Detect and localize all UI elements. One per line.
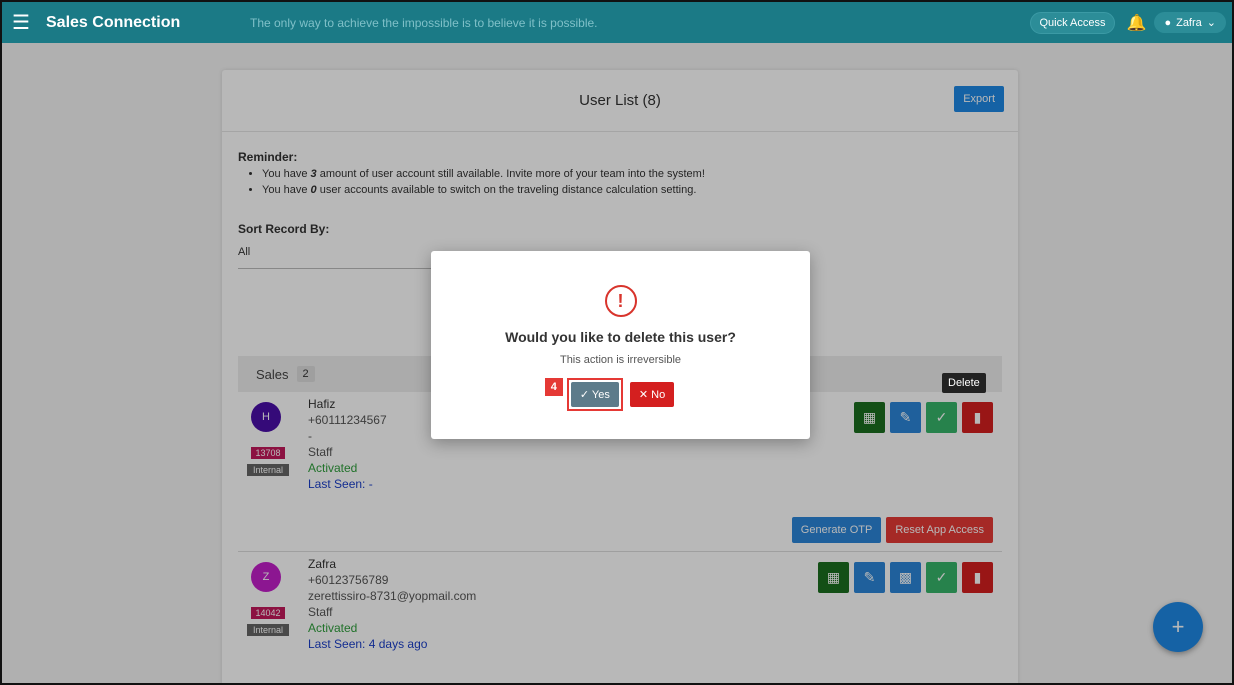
app-title[interactable]: Sales Connection — [46, 14, 250, 32]
dialog-buttons: 4 ✓ Yes ✕ No — [544, 378, 675, 411]
user-icon: ● — [1164, 16, 1172, 29]
delete-confirm-dialog: ! Would you like to delete this user? Th… — [431, 251, 810, 439]
quick-access-button[interactable]: Quick Access — [1030, 11, 1115, 34]
exclamation-icon: ! — [604, 285, 637, 317]
yes-highlight: ✓ Yes — [566, 378, 623, 411]
user-menu-button[interactable]: ● Zafra ⌄ — [1154, 12, 1226, 33]
top-bar: ☰ Sales Connection The only way to achie… — [2, 2, 1232, 43]
no-button[interactable]: ✕ No — [629, 382, 675, 407]
close-icon: ✕ — [638, 389, 649, 401]
bell-icon[interactable]: 🔔 — [1127, 13, 1147, 33]
yes-label: Yes — [591, 389, 610, 401]
chevron-down-icon: ⌄ — [1206, 17, 1216, 29]
step-badge: 4 — [544, 378, 563, 396]
app-frame: ☰ Sales Connection The only way to achie… — [0, 0, 1234, 685]
check-icon: ✓ — [579, 389, 590, 401]
dialog-title: Would you like to delete this user? — [505, 329, 736, 345]
hamburger-icon[interactable]: ☰ — [2, 10, 40, 35]
no-label: No — [651, 389, 666, 401]
dialog-subtitle: This action is irreversible — [559, 354, 682, 366]
yes-button[interactable]: ✓ Yes — [570, 382, 619, 407]
header-quote: The only way to achieve the impossible i… — [250, 15, 598, 30]
delete-tooltip: Delete — [942, 373, 986, 393]
user-name: Zafra — [1176, 16, 1202, 29]
